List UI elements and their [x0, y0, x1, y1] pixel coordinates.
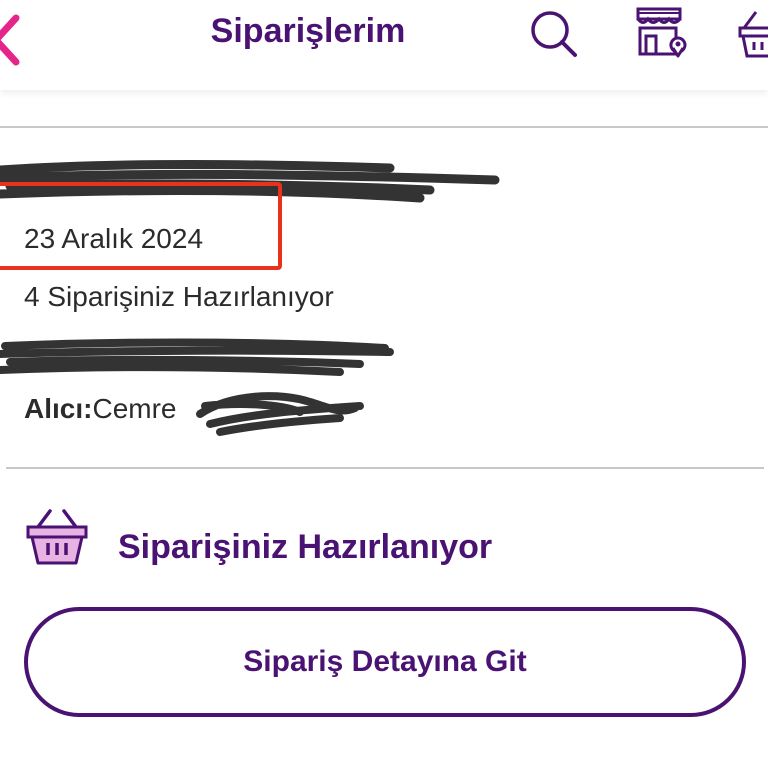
order-status-line: 4 Siparişiniz Hazırlanıyor	[24, 281, 334, 312]
store-location-icon[interactable]	[634, 6, 690, 58]
recipient-label: Alıcı:	[24, 393, 93, 424]
section-divider	[0, 126, 768, 128]
order-status-label: Siparişiniz Hazırlanıyor	[118, 528, 493, 566]
redaction-scribble	[196, 392, 364, 436]
redaction-scribble	[0, 338, 394, 376]
app-header: Siparişlerim	[0, 0, 768, 90]
recipient-name: Cemre	[92, 393, 177, 424]
section-divider	[6, 467, 764, 469]
basket-icon	[26, 509, 88, 565]
order-detail-button-label: Sipariş Detayına Git	[243, 645, 527, 678]
order-detail-button[interactable]: Sipariş Detayına Git	[24, 607, 746, 717]
search-icon[interactable]	[528, 8, 580, 60]
recipient-line: Alıcı:Cemre	[24, 393, 176, 425]
page-title: Siparişlerim	[210, 12, 406, 50]
basket-icon[interactable]	[738, 8, 768, 60]
order-date: 23 Aralık 2024	[24, 223, 204, 254]
